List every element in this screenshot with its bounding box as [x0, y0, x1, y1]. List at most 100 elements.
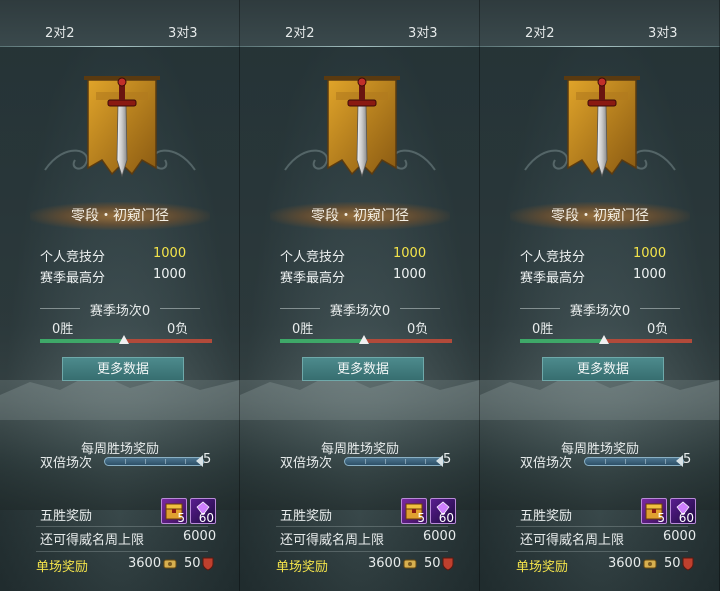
season-high-value: 1000: [393, 267, 427, 282]
tab-3v3[interactable]: 3对3: [648, 22, 678, 41]
fame-cap-value: 6000: [663, 529, 697, 544]
coin-icon: [643, 559, 657, 569]
more-data-button[interactable]: 更多数据: [542, 357, 664, 381]
personal-score-value: 1000: [153, 246, 187, 261]
season-high-value: 1000: [633, 267, 667, 282]
fame-cap-value: 6000: [423, 529, 457, 544]
season-high-value: 1000: [153, 267, 187, 282]
wins-count: 0胜: [532, 322, 554, 337]
arena-panel: 2对2 3对3 零段・初窥门径 个人竞技分 1000 赛季最高分 1000 赛季…: [0, 0, 240, 591]
rank-banner-sword-icon: [324, 76, 400, 178]
divider: [516, 551, 688, 552]
fame-cap-label: 还可得威名周上限: [520, 533, 625, 548]
coin-icon: [163, 559, 177, 569]
rank-title: 零段・初窥门径: [510, 202, 690, 230]
treasure-chest-icon[interactable]: 5: [641, 498, 667, 525]
loss-bar-segment: [604, 339, 692, 343]
left-ornament: [520, 308, 560, 309]
season-matches: 赛季场次0: [0, 300, 240, 319]
personal-score-row: 个人竞技分 1000: [40, 246, 186, 265]
double-matches-max: 5: [203, 452, 212, 467]
five-win-reward-label: 五胜奖励: [40, 509, 93, 524]
tab-3v3[interactable]: 3对3: [408, 22, 438, 41]
tab-2v2[interactable]: 2对2: [285, 22, 315, 41]
double-matches-progress: [104, 457, 204, 466]
personal-score-label: 个人竞技分: [280, 250, 346, 265]
losses-count: 0负: [407, 322, 429, 337]
win-loss-bar: [520, 335, 692, 344]
double-matches-max: 5: [683, 452, 692, 467]
treasure-chest-icon[interactable]: 5: [161, 498, 187, 525]
arena-panel: 2对2 3对3 零段・初窥门径 个人竞技分 1000 赛季最高分 1000 赛季…: [240, 0, 480, 591]
tab-divider: [480, 46, 720, 47]
loss-bar-segment: [364, 339, 452, 343]
personal-score-label: 个人竞技分: [520, 250, 586, 265]
tab-2v2[interactable]: 2对2: [525, 22, 555, 41]
purple-gem-icon[interactable]: 60: [190, 498, 216, 525]
coin-reward-value: 3600: [128, 556, 162, 571]
personal-score-row: 个人竞技分 1000: [520, 246, 666, 265]
rank-title: 零段・初窥门径: [270, 202, 450, 230]
fame-cap-label: 还可得威名周上限: [280, 533, 385, 548]
season-high-label: 赛季最高分: [280, 271, 346, 286]
purple-gem-icon[interactable]: 60: [670, 498, 696, 525]
shield-icon: [442, 557, 454, 571]
shield-reward-value: 50: [424, 556, 441, 571]
double-matches-max: 5: [443, 452, 452, 467]
win-bar-segment: [280, 339, 365, 343]
personal-score-value: 1000: [393, 246, 427, 261]
divider: [516, 526, 688, 527]
progress-cap-icon: [436, 455, 443, 467]
win-ratio-marker: [359, 335, 370, 344]
fame-cap-label: 还可得威名周上限: [40, 533, 145, 548]
loss-bar-segment: [124, 339, 212, 343]
shield-reward-value: 50: [184, 556, 201, 571]
tab-2v2[interactable]: 2对2: [45, 22, 75, 41]
treasure-chest-icon[interactable]: 5: [401, 498, 427, 525]
purple-gem-icon[interactable]: 60: [430, 498, 456, 525]
left-ornament: [280, 308, 320, 309]
gem-count: 60: [678, 511, 694, 525]
tab-3v3[interactable]: 3对3: [168, 22, 198, 41]
right-ornament: [640, 308, 680, 309]
season-high-label: 赛季最高分: [520, 271, 586, 286]
season-matches: 赛季场次0: [240, 300, 480, 319]
season-high-label: 赛季最高分: [40, 271, 106, 286]
divider: [276, 526, 448, 527]
right-ornament: [160, 308, 200, 309]
divider: [36, 551, 208, 552]
single-match-reward-label: 单场奖励: [36, 560, 89, 575]
season-high-row: 赛季最高分 1000: [280, 267, 426, 286]
arena-panel: 2对2 3对3 零段・初窥门径 个人竞技分 1000 赛季最高分 1000 赛季…: [480, 0, 720, 591]
double-matches-label: 双倍场次: [40, 456, 93, 471]
mode-tabs: 2对2 3对3: [240, 0, 480, 47]
mode-tabs: 2对2 3对3: [0, 0, 240, 47]
win-loss-bar: [280, 335, 452, 344]
rank-title: 零段・初窥门径: [30, 202, 210, 230]
more-data-button[interactable]: 更多数据: [62, 357, 184, 381]
tab-divider: [0, 46, 240, 47]
win-ratio-marker: [599, 335, 610, 344]
divider: [276, 551, 448, 552]
season-high-row: 赛季最高分 1000: [40, 267, 186, 286]
coin-reward-value: 3600: [608, 556, 642, 571]
wins-count: 0胜: [52, 322, 74, 337]
gem-count: 60: [438, 511, 454, 525]
single-match-reward-label: 单场奖励: [276, 560, 329, 575]
left-ornament: [40, 308, 80, 309]
single-match-reward-label: 单场奖励: [516, 560, 569, 575]
win-bar-segment: [40, 339, 125, 343]
season-high-row: 赛季最高分 1000: [520, 267, 666, 286]
more-data-button[interactable]: 更多数据: [302, 357, 424, 381]
progress-cap-icon: [196, 455, 203, 467]
shield-reward-value: 50: [664, 556, 681, 571]
season-matches-title: 赛季场次0: [89, 304, 151, 319]
coin-reward-value: 3600: [368, 556, 402, 571]
mode-tabs: 2对2 3对3: [480, 0, 720, 47]
coin-icon: [403, 559, 417, 569]
double-matches-label: 双倍场次: [520, 456, 573, 471]
wins-count: 0胜: [292, 322, 314, 337]
chest-count: 5: [417, 511, 425, 525]
shield-icon: [202, 557, 214, 571]
double-matches-progress: [584, 457, 684, 466]
